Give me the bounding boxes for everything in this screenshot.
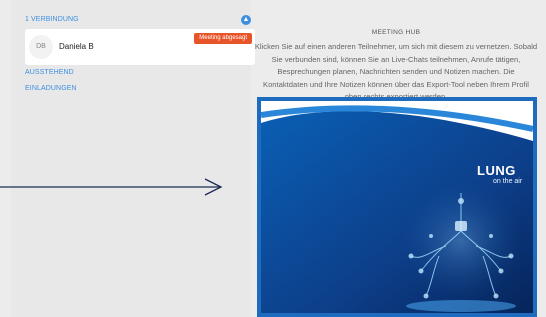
- chevron-up-icon[interactable]: ▲: [241, 15, 251, 25]
- invites-header[interactable]: EINLADUNGEN: [25, 85, 77, 92]
- status-badge: Meeting abgesagt: [194, 33, 252, 44]
- video-title: LUNG: [477, 163, 516, 178]
- contact-card[interactable]: DB Daniela B Meeting abgesagt: [25, 29, 255, 65]
- pending-header[interactable]: AUSSTEHEND: [25, 69, 74, 76]
- avatar: DB: [29, 35, 53, 59]
- video-player[interactable]: LUNG on the air: [257, 97, 537, 317]
- contact-name: Daniela B: [59, 42, 94, 51]
- hub-description: Klicken Sie auf einen anderen Teilnehmer…: [254, 42, 538, 101]
- lung-illustration: [261, 101, 533, 313]
- video-subtitle: on the air: [493, 178, 523, 185]
- contacts-panel: 1 VERBINDUNG ▲ DB Daniela B Meeting abge…: [11, 0, 255, 317]
- connections-header[interactable]: 1 VERBINDUNG: [25, 16, 79, 23]
- arrow-right-icon: [0, 178, 223, 196]
- hub-title: MEETING HUB: [371, 29, 421, 36]
